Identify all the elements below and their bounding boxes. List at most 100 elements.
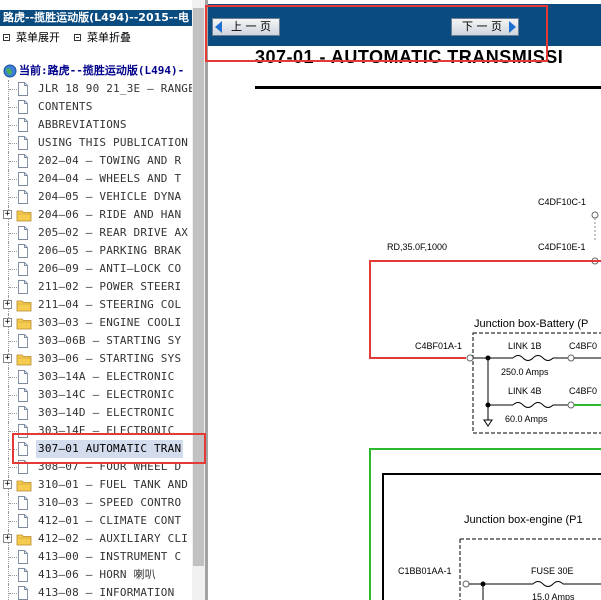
tree-item-label: 204—04 — WHEELS AND T bbox=[38, 172, 182, 185]
tree-connector-line bbox=[9, 341, 17, 342]
tree-item[interactable]: 202—04 — TOWING AND R bbox=[0, 152, 192, 170]
tree-item-label: 204—05 — VEHICLE DYNA bbox=[38, 190, 182, 203]
document-icon bbox=[18, 514, 28, 528]
tree-item[interactable]: 303—14E — ELECTRONIC bbox=[0, 422, 192, 440]
tree-item[interactable]: 303—06B — STARTING SY bbox=[0, 332, 192, 350]
tree-item[interactable]: JLR 18 90 21_3E — RANGE bbox=[0, 80, 192, 98]
tree-item[interactable]: 205—02 — REAR DRIVE AX bbox=[0, 224, 192, 242]
tree-item[interactable]: CONTENTS bbox=[0, 98, 192, 116]
tree-item[interactable]: +412—02 — AUXILIARY CLI bbox=[0, 530, 192, 548]
link-4b-fuse bbox=[512, 402, 554, 408]
label-junction-engine: Junction box-engine (P1 bbox=[464, 514, 583, 526]
document-icon bbox=[18, 388, 28, 402]
folder-icon bbox=[16, 300, 32, 312]
expand-node-icon[interactable]: + bbox=[3, 534, 12, 543]
tree-connector-line bbox=[9, 197, 17, 198]
tree-connector-line bbox=[9, 557, 17, 558]
document-icon bbox=[18, 406, 28, 420]
tree-item-label: 206—05 — PARKING BRAK bbox=[38, 244, 182, 257]
tree-item-label: 310—03 — SPEED CONTRO bbox=[38, 496, 182, 509]
document-icon bbox=[18, 370, 28, 384]
folder-icon bbox=[16, 480, 32, 492]
document-icon bbox=[18, 226, 28, 240]
tree-item-label: CONTENTS bbox=[38, 100, 93, 113]
tree-connector-line bbox=[9, 233, 17, 234]
tree-root[interactable]: 当前:路虎--揽胜运动版(L494)- bbox=[0, 62, 192, 80]
document-icon bbox=[18, 586, 28, 600]
tree-item-label: 205—02 — REAR DRIVE AX bbox=[38, 226, 189, 239]
tree-item[interactable]: 412—01 — CLIMATE CONT bbox=[0, 512, 192, 530]
expand-node-icon[interactable]: + bbox=[3, 318, 12, 327]
document-icon bbox=[18, 334, 28, 348]
document-icon bbox=[18, 262, 28, 276]
tree-item-label: 413—00 — INSTRUMENT C bbox=[38, 550, 182, 563]
tree-item[interactable]: 413—08 — INFORMATION bbox=[0, 584, 192, 600]
tree-connector-line bbox=[8, 584, 9, 600]
tree-item[interactable]: 211—02 — POWER STEERI bbox=[0, 278, 192, 296]
pane-title: 路虎--揽胜运动版(L494)--2015--电 bbox=[0, 10, 192, 26]
tree-connector-line bbox=[9, 287, 17, 288]
tree-connector-line bbox=[9, 269, 17, 270]
tree-item-label: ABBREVIATIONS bbox=[38, 118, 127, 131]
expand-node-icon[interactable]: + bbox=[3, 300, 12, 309]
label-junction-battery: Junction box-Battery (P bbox=[474, 318, 589, 330]
tree-item-label: 412—02 — AUXILIARY CLI bbox=[38, 532, 189, 545]
folder-icon bbox=[16, 318, 32, 330]
tree-connector-line bbox=[9, 467, 17, 468]
expand-node-icon[interactable]: + bbox=[3, 480, 12, 489]
tree-item-label: 206—09 — ANTI—LOCK CO bbox=[38, 262, 182, 275]
tree-item[interactable]: 307—01 AUTOMATIC TRAN bbox=[0, 440, 192, 458]
tree-item[interactable]: ABBREVIATIONS bbox=[0, 116, 192, 134]
label-fuse30e-amps: 15.0 Amps bbox=[532, 592, 575, 600]
tree-connector-line bbox=[9, 449, 17, 450]
document-icon bbox=[18, 172, 28, 186]
tree-item-label: 412—01 — CLIMATE CONT bbox=[38, 514, 182, 527]
tree-item[interactable]: 303—14A — ELECTRONIC bbox=[0, 368, 192, 386]
tree-item[interactable]: 310—03 — SPEED CONTRO bbox=[0, 494, 192, 512]
tree-connector-line bbox=[9, 521, 17, 522]
label-link4b: LINK 4B bbox=[508, 386, 542, 396]
tree-item[interactable]: 303—14C — ELECTRONIC bbox=[0, 386, 192, 404]
document-icon bbox=[18, 460, 28, 474]
tree-scrollbar-thumb[interactable] bbox=[193, 8, 204, 566]
tree-item[interactable]: USING THIS PUBLICATION bbox=[0, 134, 192, 152]
folder-icon bbox=[16, 534, 32, 546]
expand-menu-label: 菜单展开 bbox=[16, 31, 60, 44]
tree-item[interactable]: 308—07 — FOUR WHEEL D bbox=[0, 458, 192, 476]
label-link4b-amps: 60.0 Amps bbox=[505, 414, 548, 424]
tree-item-label: JLR 18 90 21_3E — RANGE bbox=[38, 82, 192, 95]
tree-item[interactable]: +303—03 — ENGINE COOLI bbox=[0, 314, 192, 332]
tree-item[interactable]: +310—01 — FUEL TANK AND bbox=[0, 476, 192, 494]
label-link1b: LINK 1B bbox=[508, 341, 542, 351]
tree-item-label: 303—03 — ENGINE COOLI bbox=[38, 316, 182, 329]
document-pane: 上 一 页 下 一 页 307-01 - AUTOMATIC TRANSMISS… bbox=[208, 0, 601, 600]
expand-menu-button[interactable]: 菜单展开 bbox=[3, 31, 60, 45]
tree-item[interactable]: +211—04 — STEERING COL bbox=[0, 296, 192, 314]
label-c1bb01aa: C1BB01AA-1 bbox=[398, 566, 452, 576]
tree-item-label: 211—04 — STEERING COL bbox=[38, 298, 182, 311]
tree-connector-line bbox=[9, 395, 17, 396]
expand-node-icon[interactable]: + bbox=[3, 210, 12, 219]
tree-item-label: 211—02 — POWER STEERI bbox=[38, 280, 182, 293]
tree-item[interactable]: 413—00 — INSTRUMENT C bbox=[0, 548, 192, 566]
tree-item[interactable]: 206—09 — ANTI—LOCK CO bbox=[0, 260, 192, 278]
document-icon bbox=[18, 280, 28, 294]
expand-node-icon[interactable]: + bbox=[3, 354, 12, 363]
tree-item-label: 308—07 — FOUR WHEEL D bbox=[38, 460, 182, 473]
tree-item-label: 303—14C — ELECTRONIC bbox=[38, 388, 175, 401]
label-c4df10e: C4DF10E-1 bbox=[538, 242, 586, 252]
tree-item[interactable]: 204—05 — VEHICLE DYNA bbox=[0, 188, 192, 206]
wiring-diagram bbox=[369, 211, 601, 600]
tree-connector-line bbox=[9, 431, 17, 432]
document-icon bbox=[18, 136, 28, 150]
tree-item[interactable]: 206—05 — PARKING BRAK bbox=[0, 242, 192, 260]
tree-connector-line bbox=[9, 413, 17, 414]
tree-item[interactable]: 303—14D — ELECTRONIC bbox=[0, 404, 192, 422]
tree-item[interactable]: 204—04 — WHEELS AND T bbox=[0, 170, 192, 188]
junction-box-engine-outline bbox=[382, 473, 601, 600]
tree-item[interactable]: +303—06 — STARTING SYS bbox=[0, 350, 192, 368]
tree-item[interactable]: 413—06 — HORN 喇叭 bbox=[0, 566, 192, 584]
collapse-menu-button[interactable]: 菜单折叠 bbox=[74, 31, 131, 45]
document-icon bbox=[18, 496, 28, 510]
tree-item[interactable]: +204—06 — RIDE AND HAN bbox=[0, 206, 192, 224]
